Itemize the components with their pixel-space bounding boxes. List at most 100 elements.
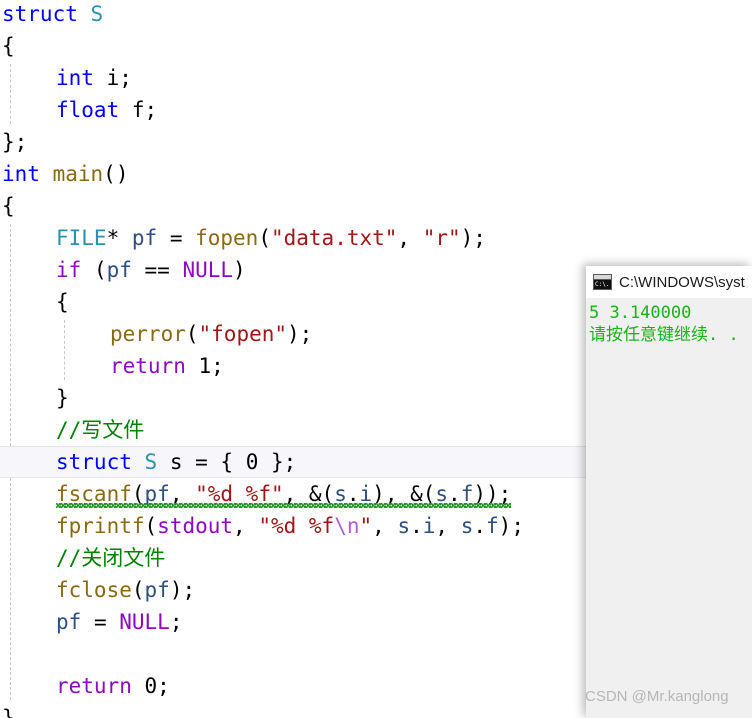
code-line-text: perror("fopen"); <box>0 322 312 346</box>
code-line-text: int main() <box>0 162 128 186</box>
code-line-text: struct S <box>0 2 103 26</box>
code-token: struct <box>2 2 91 26</box>
code-token: , <box>397 226 423 250</box>
code-token: { <box>2 34 15 58</box>
code-token: pf <box>131 226 158 250</box>
console-window[interactable]: C:\. C:\WINDOWS\syst 5 3.140000 请按任意键继续. … <box>586 266 752 718</box>
code-token: NULL <box>119 610 170 634</box>
code-line-text: } <box>0 706 15 718</box>
code-token: " <box>359 514 373 538</box>
code-line-text: pf = NULL; <box>0 610 182 634</box>
code-token: if <box>56 258 82 282</box>
code-token: } <box>2 706 15 718</box>
code-token: }; <box>2 130 28 154</box>
code-token: int <box>56 66 94 90</box>
code-token: , <box>233 514 259 538</box>
code-token: s <box>460 514 474 538</box>
console-output-line: 5 3.140000 <box>589 303 692 323</box>
code-token: pf <box>56 610 82 634</box>
code-token: ( <box>258 226 271 250</box>
code-token: ); <box>498 514 524 538</box>
code-line[interactable]: int i; <box>0 62 752 94</box>
code-line-text: } <box>0 386 69 410</box>
code-token: f; <box>119 98 158 122</box>
code-line[interactable]: int main() <box>0 158 752 190</box>
code-token: ; <box>157 674 170 698</box>
code-line[interactable]: float f; <box>0 94 752 126</box>
code-token: ); <box>169 578 196 602</box>
code-line-text: float f; <box>0 98 157 122</box>
code-token: S <box>90 2 104 26</box>
fscanf-error-squiggle <box>56 503 512 508</box>
code-token: , <box>372 514 398 538</box>
code-token: s <box>397 514 411 538</box>
code-token: return <box>56 674 132 698</box>
console-output-area[interactable]: 5 3.140000 请按任意键继续. . . <box>586 298 752 718</box>
code-token: perror <box>110 322 186 346</box>
code-token: S <box>144 450 158 474</box>
code-token: 0 <box>144 674 158 698</box>
console-icon-prompt: C:\. <box>594 280 611 289</box>
code-line-text: FILE* pf = fopen("data.txt", "r"); <box>0 226 486 250</box>
console-title-text: C:\WINDOWS\syst <box>619 273 745 291</box>
code-token: "r" <box>422 226 461 250</box>
code-token: //写文件 <box>56 418 145 442</box>
code-line-text: fprintf(stdout, "%d %f\n", s.i, s.f); <box>0 514 524 538</box>
code-token: ) <box>233 258 246 282</box>
code-token: ; <box>169 610 183 634</box>
code-token: { <box>56 290 69 314</box>
code-token: ( <box>144 514 158 538</box>
code-line-text: if (pf == NULL) <box>0 258 246 282</box>
code-token: ); <box>287 322 313 346</box>
code-token: //关闭文件 <box>56 546 166 570</box>
code-token: }; <box>258 450 297 474</box>
code-line[interactable]: FILE* pf = fopen("data.txt", "r"); <box>0 222 752 254</box>
console-titlebar[interactable]: C:\. C:\WINDOWS\syst <box>586 266 752 298</box>
code-token: = <box>157 226 196 250</box>
code-token: NULL <box>182 258 234 282</box>
code-token: "fopen" <box>198 322 288 346</box>
console-app-icon: C:\. <box>593 274 612 290</box>
code-token: } <box>56 386 69 410</box>
code-token: stdout <box>157 514 234 538</box>
code-line[interactable]: { <box>0 30 752 62</box>
code-line-text: { <box>0 34 15 58</box>
code-line[interactable]: struct S <box>0 0 752 30</box>
watermark-text: CSDN @Mr.kanglong <box>585 688 729 705</box>
code-line-text: return 1; <box>0 354 224 378</box>
code-token: . <box>410 514 423 538</box>
code-token: return <box>110 354 186 378</box>
code-token: { <box>2 194 15 218</box>
code-token: pf <box>144 578 170 602</box>
code-line-text: //写文件 <box>0 418 144 442</box>
code-token: ); <box>460 226 486 250</box>
code-token: main <box>52 162 104 186</box>
code-token: pf <box>106 258 132 282</box>
code-token: \n <box>334 514 360 538</box>
code-token: FILE <box>56 226 107 250</box>
code-token: struct <box>56 450 145 474</box>
code-token: "%d %f <box>258 514 335 538</box>
code-token: ( <box>81 258 107 282</box>
code-token: fclose <box>56 578 132 602</box>
code-token: int <box>2 162 40 186</box>
console-output-line: 请按任意键继续. . . <box>589 325 752 345</box>
code-line-text: { <box>0 194 15 218</box>
code-line-text: { <box>0 290 69 314</box>
code-line-text: fclose(pf); <box>0 578 195 602</box>
code-line-text: return 0; <box>0 674 170 698</box>
code-token: , <box>435 514 461 538</box>
code-line[interactable]: }; <box>0 126 752 158</box>
code-token: "data.txt" <box>270 226 398 250</box>
code-token: s = { <box>157 450 246 474</box>
code-token: = <box>81 610 120 634</box>
code-token: fopen <box>195 226 259 250</box>
code-token: () <box>103 162 129 186</box>
code-line[interactable]: { <box>0 190 752 222</box>
code-line-text: struct S s = { 0 }; <box>0 450 296 474</box>
code-line-text: }; <box>0 130 27 154</box>
